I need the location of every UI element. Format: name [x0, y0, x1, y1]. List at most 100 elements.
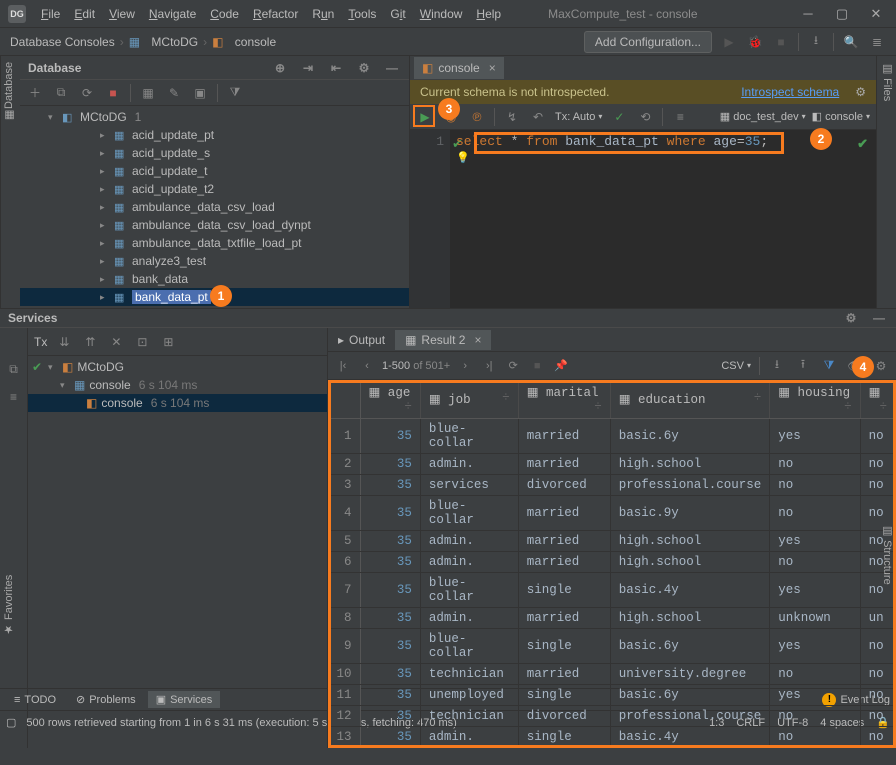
todo-tab[interactable]: ≡ TODO: [6, 692, 64, 708]
pin-icon[interactable]: ⧉: [5, 360, 23, 378]
column-header[interactable]: ▦ ÷: [860, 380, 895, 419]
run-query-button[interactable]: ▶: [416, 108, 434, 126]
minimize-icon[interactable]: ─: [796, 6, 820, 22]
search-icon[interactable]: 🔍: [842, 33, 860, 51]
tree-table[interactable]: ▸▦ambulance_data_csv_load: [20, 198, 409, 216]
expand-icon[interactable]: ⇤: [327, 59, 345, 77]
filter-icon[interactable]: ⧩: [226, 84, 244, 102]
close-icon[interactable]: ×: [474, 333, 481, 347]
fit-icon[interactable]: ⊡: [133, 333, 151, 351]
table-icon[interactable]: ▦: [139, 84, 157, 102]
sql-editor[interactable]: 1 ✔ select * from bank_data_pt where age…: [410, 130, 876, 308]
table-row[interactable]: 935blue-collarsinglebasic.6yyesno: [328, 629, 896, 664]
table-row[interactable]: 1135unemployedsinglebasic.6yyesno: [328, 685, 896, 706]
service-console[interactable]: ▾▦ console6 s 104 ms: [28, 376, 327, 394]
table-row[interactable]: 435blue-collarmarriedbasic.9ynono: [328, 496, 896, 531]
menu-git[interactable]: Git: [383, 4, 412, 24]
export-icon[interactable]: ⭳: [768, 357, 786, 375]
collapse-all-icon[interactable]: ⇈: [81, 333, 99, 351]
menu-run[interactable]: Run: [305, 4, 341, 24]
output-tab[interactable]: ▸ Output: [328, 330, 395, 350]
reload-icon[interactable]: ⟳: [504, 357, 522, 375]
tree-table[interactable]: ▸▦acid_update_t2: [20, 180, 409, 198]
table-row[interactable]: 735blue-collarsinglebasic.4yyesno: [328, 573, 896, 608]
commit2-icon[interactable]: ✓: [610, 108, 628, 126]
maximize-icon[interactable]: ▢: [830, 6, 854, 22]
menu-window[interactable]: Window: [413, 4, 470, 24]
first-page-icon[interactable]: |‹: [334, 357, 352, 375]
column-header[interactable]: ▦ job÷: [420, 380, 518, 419]
introspect-schema-link[interactable]: Introspect schema: [741, 85, 839, 99]
hide-icon[interactable]: —: [870, 309, 888, 327]
column-header[interactable]: ▦ housing÷: [770, 380, 860, 419]
table-row[interactable]: 235admin.marriedhigh.schoolnono: [328, 454, 896, 475]
tree-datasource[interactable]: ▾◧ MCtoDG 1: [20, 108, 409, 126]
row-header[interactable]: [328, 380, 360, 419]
menu-file[interactable]: File: [34, 4, 67, 24]
table-row[interactable]: 1235techniciandivorcedprofessional.cours…: [328, 706, 896, 727]
menu-edit[interactable]: Edit: [67, 4, 102, 24]
column-header[interactable]: ▦ education÷: [610, 380, 770, 419]
rollback-icon[interactable]: ↶: [529, 108, 547, 126]
add-configuration-button[interactable]: Add Configuration...: [584, 31, 712, 53]
collapse-icon[interactable]: ⇥: [299, 59, 317, 77]
table-row[interactable]: 335servicesdivorcedprofessional.courseno…: [328, 475, 896, 496]
tree-table[interactable]: ▸▦acid_update_s: [20, 144, 409, 162]
extractor-dropdown[interactable]: CSV ▾: [721, 360, 751, 372]
settings-icon[interactable]: ≡: [671, 108, 689, 126]
pin-icon[interactable]: 📌: [552, 357, 570, 375]
tree-table[interactable]: ▸▦ambulance_data_csv_load_dynpt: [20, 216, 409, 234]
playback-icon[interactable]: ⟲: [636, 108, 654, 126]
close-tab-icon[interactable]: ×: [489, 61, 496, 75]
list-icon[interactable]: ≡: [5, 388, 23, 406]
gear-icon[interactable]: ⚙: [842, 309, 860, 327]
commit-icon[interactable]: ↯: [503, 108, 521, 126]
refresh-icon[interactable]: ⟳: [78, 84, 96, 102]
menu-view[interactable]: View: [102, 4, 142, 24]
menu-navigate[interactable]: Navigate: [142, 4, 203, 24]
gear-icon[interactable]: ⚙: [855, 85, 866, 99]
settings-icon[interactable]: ⚙: [872, 357, 890, 375]
last-page-icon[interactable]: ›|: [480, 357, 498, 375]
service-console-run[interactable]: ◧ console6 s 104 ms: [28, 394, 327, 412]
tree-table[interactable]: ▸▦acid_update_pt: [20, 126, 409, 144]
tree-table[interactable]: ▸▦bank_data: [20, 270, 409, 288]
hide-icon[interactable]: —: [383, 59, 401, 77]
table-row[interactable]: 135blue-collarmarriedbasic.6yyesno: [328, 419, 896, 454]
tree-table[interactable]: ▸▦ambulance_data_txtfile_load_pt: [20, 234, 409, 252]
filter-results-icon[interactable]: ⧩: [820, 357, 838, 375]
column-header[interactable]: ▦ marital÷: [518, 380, 610, 419]
table-row[interactable]: 1335admin.singlebasic.4ynono: [328, 727, 896, 748]
new-win-icon[interactable]: ⊞: [159, 333, 177, 351]
editor-tab-console[interactable]: ◧ console ×: [414, 57, 504, 79]
ide-settings-icon[interactable]: ≣: [868, 33, 886, 51]
datasource-dropdown[interactable]: ▦ doc_test_dev ▾: [720, 110, 806, 123]
plan-icon[interactable]: ℗: [468, 108, 486, 126]
sidebar-tab-database[interactable]: ▦ Database: [0, 56, 20, 308]
next-page-icon[interactable]: ›: [456, 357, 474, 375]
duplicate-icon[interactable]: ⧉: [52, 84, 70, 102]
problems-tab[interactable]: ⊘ Problems: [68, 691, 144, 708]
menu-tools[interactable]: Tools: [341, 4, 383, 24]
tree-table[interactable]: ▸▦analyze3_test: [20, 252, 409, 270]
table-row[interactable]: 835admin.marriedhigh.schoolunknownun: [328, 608, 896, 629]
column-header[interactable]: ▦ age÷: [360, 380, 420, 419]
sidebar-tab-favorites[interactable]: ★ Favorites: [0, 560, 20, 640]
result-tab[interactable]: ▦ Result 2 ×: [395, 330, 491, 350]
sidebar-tab-structure[interactable]: ▤ Structure: [876, 520, 896, 600]
stop-db-icon[interactable]: ■: [104, 84, 122, 102]
breadcrumb-item[interactable]: ◧ console: [212, 35, 276, 49]
services-tab[interactable]: ▣ Services: [148, 691, 221, 708]
breadcrumb-item[interactable]: Database Consoles: [10, 35, 115, 49]
menu-refactor[interactable]: Refactor: [246, 4, 305, 24]
prev-page-icon[interactable]: ‹: [358, 357, 376, 375]
gear-icon[interactable]: ⚙: [355, 59, 373, 77]
service-datasource[interactable]: ✔▾ ◧MCtoDG: [28, 358, 327, 376]
target-icon[interactable]: ⊕: [271, 59, 289, 77]
sidebar-tab-files[interactable]: ▤ Files: [876, 56, 896, 308]
expand-all-icon[interactable]: ⇊: [55, 333, 73, 351]
console-icon[interactable]: ▣: [191, 84, 209, 102]
edit-icon[interactable]: ✎: [165, 84, 183, 102]
new-icon[interactable]: ＋: [26, 84, 44, 102]
menu-code[interactable]: Code: [203, 4, 246, 24]
